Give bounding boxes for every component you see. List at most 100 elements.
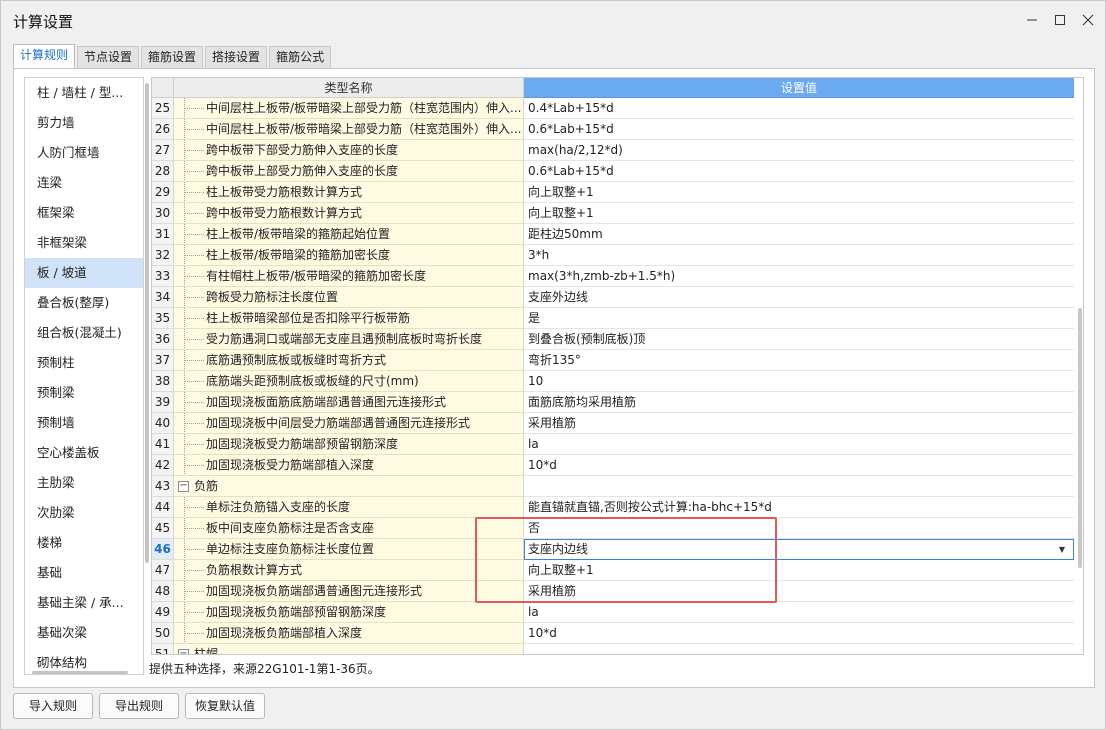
sidebar-item[interactable]: 空心楼盖板 [25, 438, 143, 468]
row-setting-value[interactable]: 3*h [524, 245, 1074, 266]
row-setting-value[interactable]: 向上取整+1 [524, 203, 1074, 224]
collapse-icon[interactable]: − [178, 649, 189, 654]
table-row[interactable]: 32 柱上板带/板带暗梁的箍筋加密长度 3*h [152, 245, 1074, 266]
row-setting-value[interactable]: 是 [524, 308, 1074, 329]
sidebar-item[interactable]: 组合板(混凝土) [25, 318, 143, 348]
row-setting-value[interactable]: 面筋底筋均采用植筋 [524, 392, 1074, 413]
table-row[interactable]: 47 负筋根数计算方式 向上取整+1 [152, 560, 1074, 581]
row-setting-value[interactable]: max(3*h,zmb-zb+1.5*h) [524, 266, 1074, 287]
table-row[interactable]: 36 受力筋遇洞口或端部无支座且遇预制底板时弯折长度 到叠合板(预制底板)顶 [152, 329, 1074, 350]
table-row[interactable]: 40 加固现浇板中间层受力筋端部遇普通图元连接形式 采用植筋 [152, 413, 1074, 434]
status-description: 提供五种选择，来源22G101-1第1-36页。 [149, 662, 380, 676]
sidebar-item[interactable]: 剪力墙 [25, 108, 143, 138]
group-row[interactable]: 43− 负筋 [152, 476, 1074, 497]
table-row[interactable]: 39 加固现浇板面筋底筋端部遇普通图元连接形式 面筋底筋均采用植筋 [152, 392, 1074, 413]
sidebar-item[interactable]: 板 / 坡道 [25, 258, 143, 288]
restore-defaults-button[interactable]: 恢复默认值 [185, 693, 265, 719]
import-rules-button[interactable]: 导入规则 [13, 693, 93, 719]
row-setting-value[interactable]: 能直锚就直锚,否则按公式计算:ha-bhc+15*d [524, 497, 1074, 518]
tab-calc-rules[interactable]: 计算规则 [13, 44, 76, 69]
sidebar-item[interactable]: 非框架梁 [25, 228, 143, 258]
row-setting-value[interactable]: la [524, 434, 1074, 455]
export-rules-button[interactable]: 导出规则 [99, 693, 179, 719]
table-row[interactable]: 41 加固现浇板受力筋端部预留钢筋深度 la [152, 434, 1074, 455]
table-row[interactable]: 48 加固现浇板负筋端部遇普通图元连接形式 采用植筋 [152, 581, 1074, 602]
table-row[interactable]: 35 柱上板带暗梁部位是否扣除平行板带筋 是 [152, 308, 1074, 329]
group-row[interactable]: 51− 柱帽 [152, 644, 1074, 654]
table-row[interactable]: 34 跨板受力筋标注长度位置 支座外边线 [152, 287, 1074, 308]
row-setting-value[interactable]: 采用植筋 [524, 581, 1074, 602]
sidebar-item[interactable]: 人防门框墙 [25, 138, 143, 168]
table-row[interactable]: 29 柱上板带受力筋根数计算方式 向上取整+1 [152, 182, 1074, 203]
sidebar-item[interactable]: 叠合板(整厚) [25, 288, 143, 318]
tree-connector-horizontal [184, 402, 204, 403]
component-type-list[interactable]: 柱 / 墙柱 / 型... 剪力墙 人防门框墙 连梁 框架梁 非框架梁板 / 坡道 叠合板(… [24, 77, 144, 675]
row-setting-value[interactable] [524, 476, 1074, 497]
row-setting-value[interactable]: la [524, 602, 1074, 623]
row-setting-value[interactable]: 到叠合板(预制底板)顶 [524, 329, 1074, 350]
row-setting-value[interactable]: 否 [524, 518, 1074, 539]
tab-node-settings[interactable]: 节点设置 [77, 46, 140, 68]
row-setting-value[interactable]: 10*d [524, 623, 1074, 644]
row-name-text: 跨板受力筋标注长度位置 [206, 290, 339, 304]
table-row[interactable]: 42 加固现浇板受力筋端部植入深度 10*d [152, 455, 1074, 476]
row-setting-value[interactable]: 0.6*Lab+15*d [524, 119, 1074, 140]
table-row[interactable]: 27 跨中板带下部受力筋伸入支座的长度 max(ha/2,12*d) [152, 140, 1074, 161]
row-setting-value[interactable] [524, 644, 1074, 654]
table-row[interactable]: 31 柱上板带/板带暗梁的箍筋起始位置 距柱边50mm [152, 224, 1074, 245]
row-setting-value[interactable]: 向上取整+1 [524, 182, 1074, 203]
sidebar-item[interactable]: 连梁 [25, 168, 143, 198]
row-setting-value[interactable]: 采用植筋 [524, 413, 1074, 434]
table-row[interactable]: 44 单标注负筋锚入支座的长度 能直锚就直锚,否则按公式计算:ha-bhc+15*d [152, 497, 1074, 518]
table-row[interactable]: 45 板中间支座负筋标注是否含支座 否 [152, 518, 1074, 539]
row-setting-value[interactable]: 0.6*Lab+15*d [524, 161, 1074, 182]
table-row[interactable]: 28 跨中板带上部受力筋伸入支座的长度 0.6*Lab+15*d [152, 161, 1074, 182]
row-name-text: 跨中板带上部受力筋伸入支座的长度 [206, 164, 399, 178]
sidebar-item[interactable]: 预制柱 [25, 348, 143, 378]
sidebar-item[interactable]: 框架梁 [25, 198, 143, 228]
row-setting-value[interactable]: 距柱边50mm [524, 224, 1074, 245]
row-index: 38 [152, 371, 174, 392]
maximize-icon[interactable] [1049, 9, 1071, 31]
row-setting-value[interactable]: 向上取整+1 [524, 560, 1074, 581]
tab-stirrup-settings[interactable]: 箍筋设置 [141, 46, 204, 68]
table-row[interactable]: 46 单边标注支座负筋标注长度位置 支座内边线 ▼ [152, 539, 1074, 560]
sidebar-scroll-thumb[interactable] [145, 83, 149, 563]
row-setting-value[interactable]: max(ha/2,12*d) [524, 140, 1074, 161]
sidebar-item[interactable]: 基础主梁 / 承... [25, 588, 143, 618]
sidebar-hscrollbar[interactable] [32, 671, 128, 674]
tree-connector-horizontal [184, 444, 204, 445]
table-row[interactable]: 30 跨中板带受力筋根数计算方式 向上取整+1 [152, 203, 1074, 224]
table-row[interactable]: 26 中间层柱上板带/板带暗梁上部受力筋（柱宽范围外）伸入... 0.6*Lab+1… [152, 119, 1074, 140]
sidebar-item[interactable]: 预制墙 [25, 408, 143, 438]
grid-scrollbar[interactable] [1076, 98, 1083, 654]
row-setting-value[interactable]: 10 [524, 371, 1074, 392]
sidebar-item[interactable]: 基础次梁 [25, 618, 143, 648]
collapse-icon[interactable]: − [178, 481, 189, 492]
sidebar-item[interactable]: 柱 / 墙柱 / 型... [25, 78, 143, 108]
sidebar-item[interactable]: 基础 [25, 558, 143, 588]
table-row[interactable]: 33 有柱帽柱上板带/板带暗梁的箍筋加密长度 max(3*h,zmb-zb+1.5*… [152, 266, 1074, 287]
table-row[interactable]: 38 底筋端头距预制底板或板缝的尺寸(mm) 10 [152, 371, 1074, 392]
row-setting-value[interactable]: 支座外边线 [524, 287, 1074, 308]
minimize-icon[interactable] [1021, 9, 1043, 31]
tab-stirrup-formula[interactable]: 箍筋公式 [269, 46, 332, 68]
sidebar-item[interactable]: 预制梁 [25, 378, 143, 408]
row-setting-value[interactable]: 弯折135° [524, 350, 1074, 371]
table-row[interactable]: 50 加固现浇板负筋端部植入深度 10*d [152, 623, 1074, 644]
table-row[interactable]: 49 加固现浇板负筋端部预留钢筋深度 la [152, 602, 1074, 623]
sidebar-item[interactable]: 次肋梁 [25, 498, 143, 528]
sidebar-item[interactable]: 楼梯 [25, 528, 143, 558]
setting-value-dropdown[interactable]: 支座内边线 ▼ [524, 539, 1074, 560]
grid-scroll-thumb[interactable] [1078, 308, 1082, 568]
sidebar-scrollbar[interactable] [145, 83, 149, 663]
sidebar-item[interactable]: 主肋梁 [25, 468, 143, 498]
row-setting-value[interactable]: 0.4*Lab+15*d [524, 98, 1074, 119]
tab-lap-settings[interactable]: 搭接设置 [205, 46, 268, 68]
table-row[interactable]: 37 底筋遇预制底板或板缝时弯折方式 弯折135° [152, 350, 1074, 371]
tree-connector-horizontal [184, 591, 204, 592]
row-setting-value[interactable]: 10*d [524, 455, 1074, 476]
dropdown-arrow-icon[interactable]: ▼ [1059, 541, 1065, 559]
close-icon[interactable] [1077, 9, 1099, 31]
table-row[interactable]: 25 中间层柱上板带/板带暗梁上部受力筋（柱宽范围内）伸入... 0.4*Lab+1… [152, 98, 1074, 119]
